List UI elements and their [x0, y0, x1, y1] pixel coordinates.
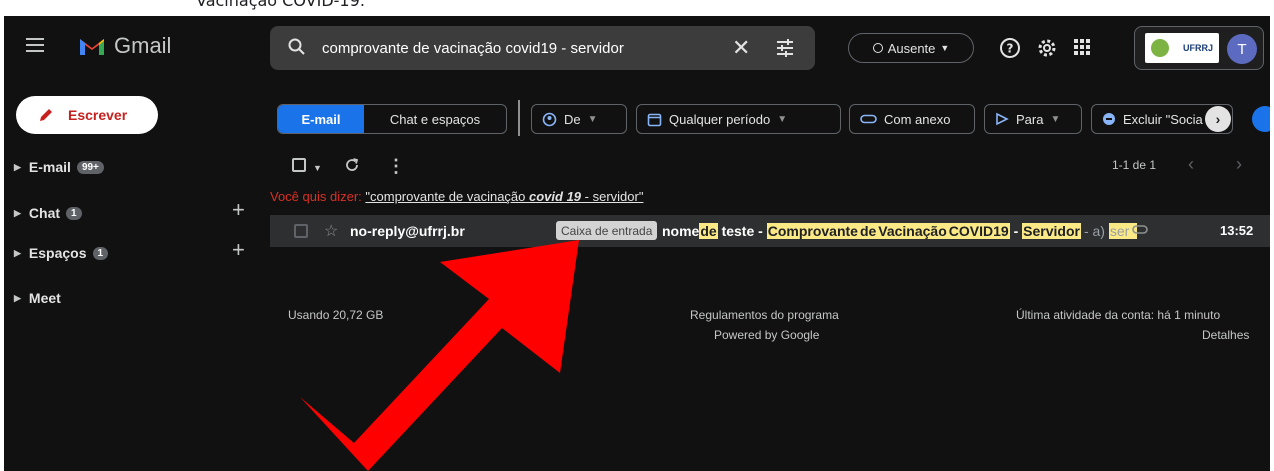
gmail-window: Gmail ✕ Ausente ▼ ? UFRRJ	[4, 16, 1270, 471]
red-arrow-annotation	[300, 240, 579, 471]
caption-text: Vacinação COVID-19:	[196, 0, 366, 10]
arrow-shape	[300, 240, 579, 471]
